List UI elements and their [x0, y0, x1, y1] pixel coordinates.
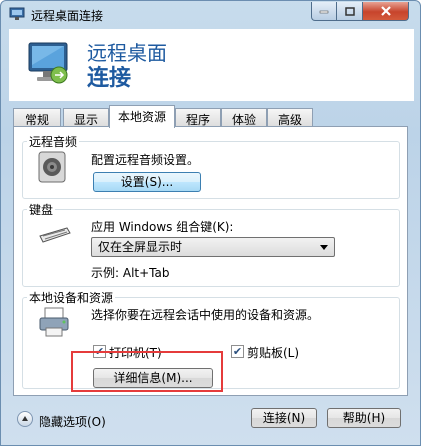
tab-general[interactable]: 常规	[13, 108, 61, 127]
rdp-window: 远程桌面连接 远程桌面 连接 常规 显示 本地资源 程序 体验 高级 远程音频 …	[0, 0, 421, 446]
connect-button[interactable]: 连接(N)	[251, 408, 317, 428]
keyboard-example: 示例: Alt+Tab	[91, 266, 170, 280]
remote-desktop-monitor-icon	[28, 42, 68, 84]
tab-programs[interactable]: 程序	[175, 108, 221, 127]
minimize-button[interactable]	[311, 2, 337, 21]
audio-description: 配置远程音频设置。	[91, 153, 200, 167]
minimize-icon	[319, 10, 329, 14]
window-title: 远程桌面连接	[31, 9, 104, 23]
tab-experience[interactable]: 体验	[221, 108, 267, 127]
highlight-box	[71, 351, 223, 392]
header-title-line2: 连接	[87, 66, 132, 91]
close-button[interactable]	[363, 2, 409, 21]
close-icon	[380, 6, 391, 16]
collapse-options-icon[interactable]	[17, 411, 33, 427]
tab-strip: 常规 显示 本地资源 程序 体验 高级	[13, 105, 413, 128]
help-button[interactable]: 帮助(H)	[327, 408, 401, 428]
printer-device-icon	[39, 307, 69, 337]
speaker-icon	[38, 151, 66, 183]
hide-options-link[interactable]: 隐藏选项(O)	[39, 413, 106, 430]
keyboard-combo-label: 应用 Windows 组合键(K):	[91, 220, 234, 234]
keyboard-group: 键盘 应用 Windows 组合键(K): 仅在全屏显示时 示例: Alt+Ta…	[22, 201, 400, 287]
audio-settings-button[interactable]: 设置(S)...	[93, 172, 201, 192]
tab-display[interactable]: 显示	[63, 108, 109, 127]
clipboard-label[interactable]: 剪贴板(L)	[247, 344, 299, 361]
audio-group-title: 远程音频	[27, 133, 80, 150]
maximize-button[interactable]	[337, 2, 363, 21]
title-bar[interactable]: 远程桌面连接	[1, 1, 420, 29]
header-banner: 远程桌面 连接	[9, 29, 414, 101]
maximize-icon	[344, 6, 355, 16]
keyboard-combo-value: 仅在全屏显示时	[98, 240, 183, 254]
devices-group-title: 本地设备和资源	[27, 289, 116, 306]
keyboard-group-title: 键盘	[27, 201, 56, 218]
keyboard-icon	[39, 227, 71, 243]
remote-desktop-icon	[9, 7, 25, 20]
chevron-down-icon	[320, 245, 328, 250]
audio-group: 远程音频 配置远程音频设置。 设置(S)...	[22, 133, 400, 199]
clipboard-checkbox[interactable]: ✔	[231, 345, 244, 358]
devices-description: 选择你要在远程会话中使用的设备和资源。	[91, 308, 320, 322]
keyboard-combo-select[interactable]: 仅在全屏显示时	[91, 237, 335, 257]
tab-local-resources[interactable]: 本地资源	[109, 105, 175, 128]
tab-advanced[interactable]: 高级	[267, 108, 313, 127]
